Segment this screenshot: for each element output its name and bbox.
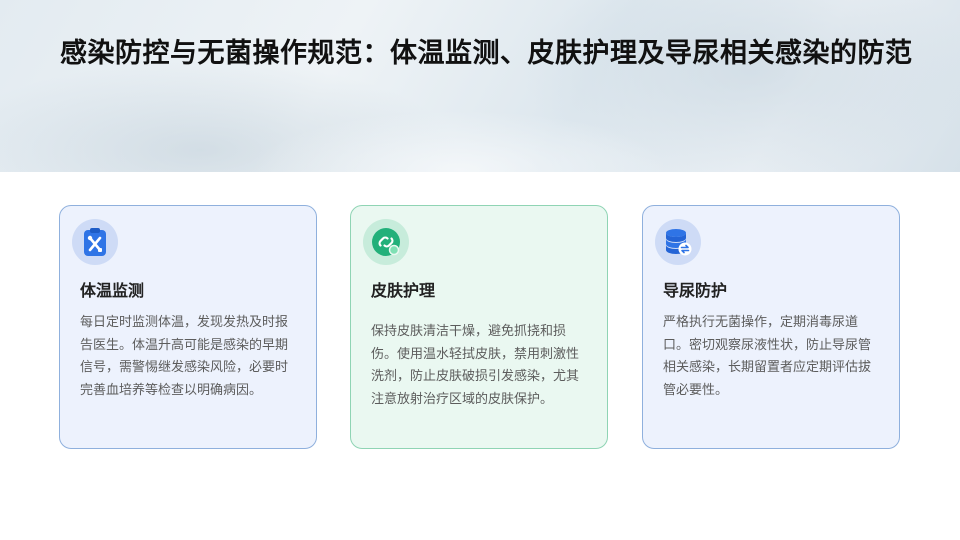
link-badge-icon [363, 219, 409, 265]
card-title: 体温监测 [80, 281, 145, 300]
card-description: 严格执行无菌操作，定期消毒尿道口。密切观察尿液性状，防止导尿管相关感染，长期留置… [663, 315, 872, 398]
header-banner: 感染防控与无菌操作规范：体温监测、皮肤护理及导尿相关感染的防范 [0, 0, 960, 172]
card-temperature-monitoring: 体温监测 每日定时监测体温，发现发热及时报告医生。体温升高可能是感染的早期信号，… [59, 205, 317, 449]
card-skin-care: 皮肤护理 保持皮肤清洁干燥，避免抓挠和损伤。使用温水轻拭皮肤，禁用刺激性洗剂，防… [350, 205, 608, 449]
database-exchange-icon [655, 219, 701, 265]
card-description: 每日定时监测体温，发现发热及时报告医生。体温升高可能是感染的早期信号，需警惕继发… [80, 315, 289, 398]
card-title: 皮肤护理 [371, 281, 436, 300]
card-description: 保持皮肤清洁干燥，避免抓挠和损伤。使用温水轻拭皮肤，禁用刺激性洗剂，防止皮肤破损… [371, 324, 580, 407]
page-title: 感染防控与无菌操作规范：体温监测、皮肤护理及导尿相关感染的防范 [60, 38, 913, 69]
card-catheter-protection: 导尿防护 严格执行无菌操作，定期消毒尿道口。密切观察尿液性状，防止导尿管相关感染… [642, 205, 900, 449]
card-title: 导尿防护 [663, 281, 728, 300]
clipboard-tools-icon [72, 219, 118, 265]
